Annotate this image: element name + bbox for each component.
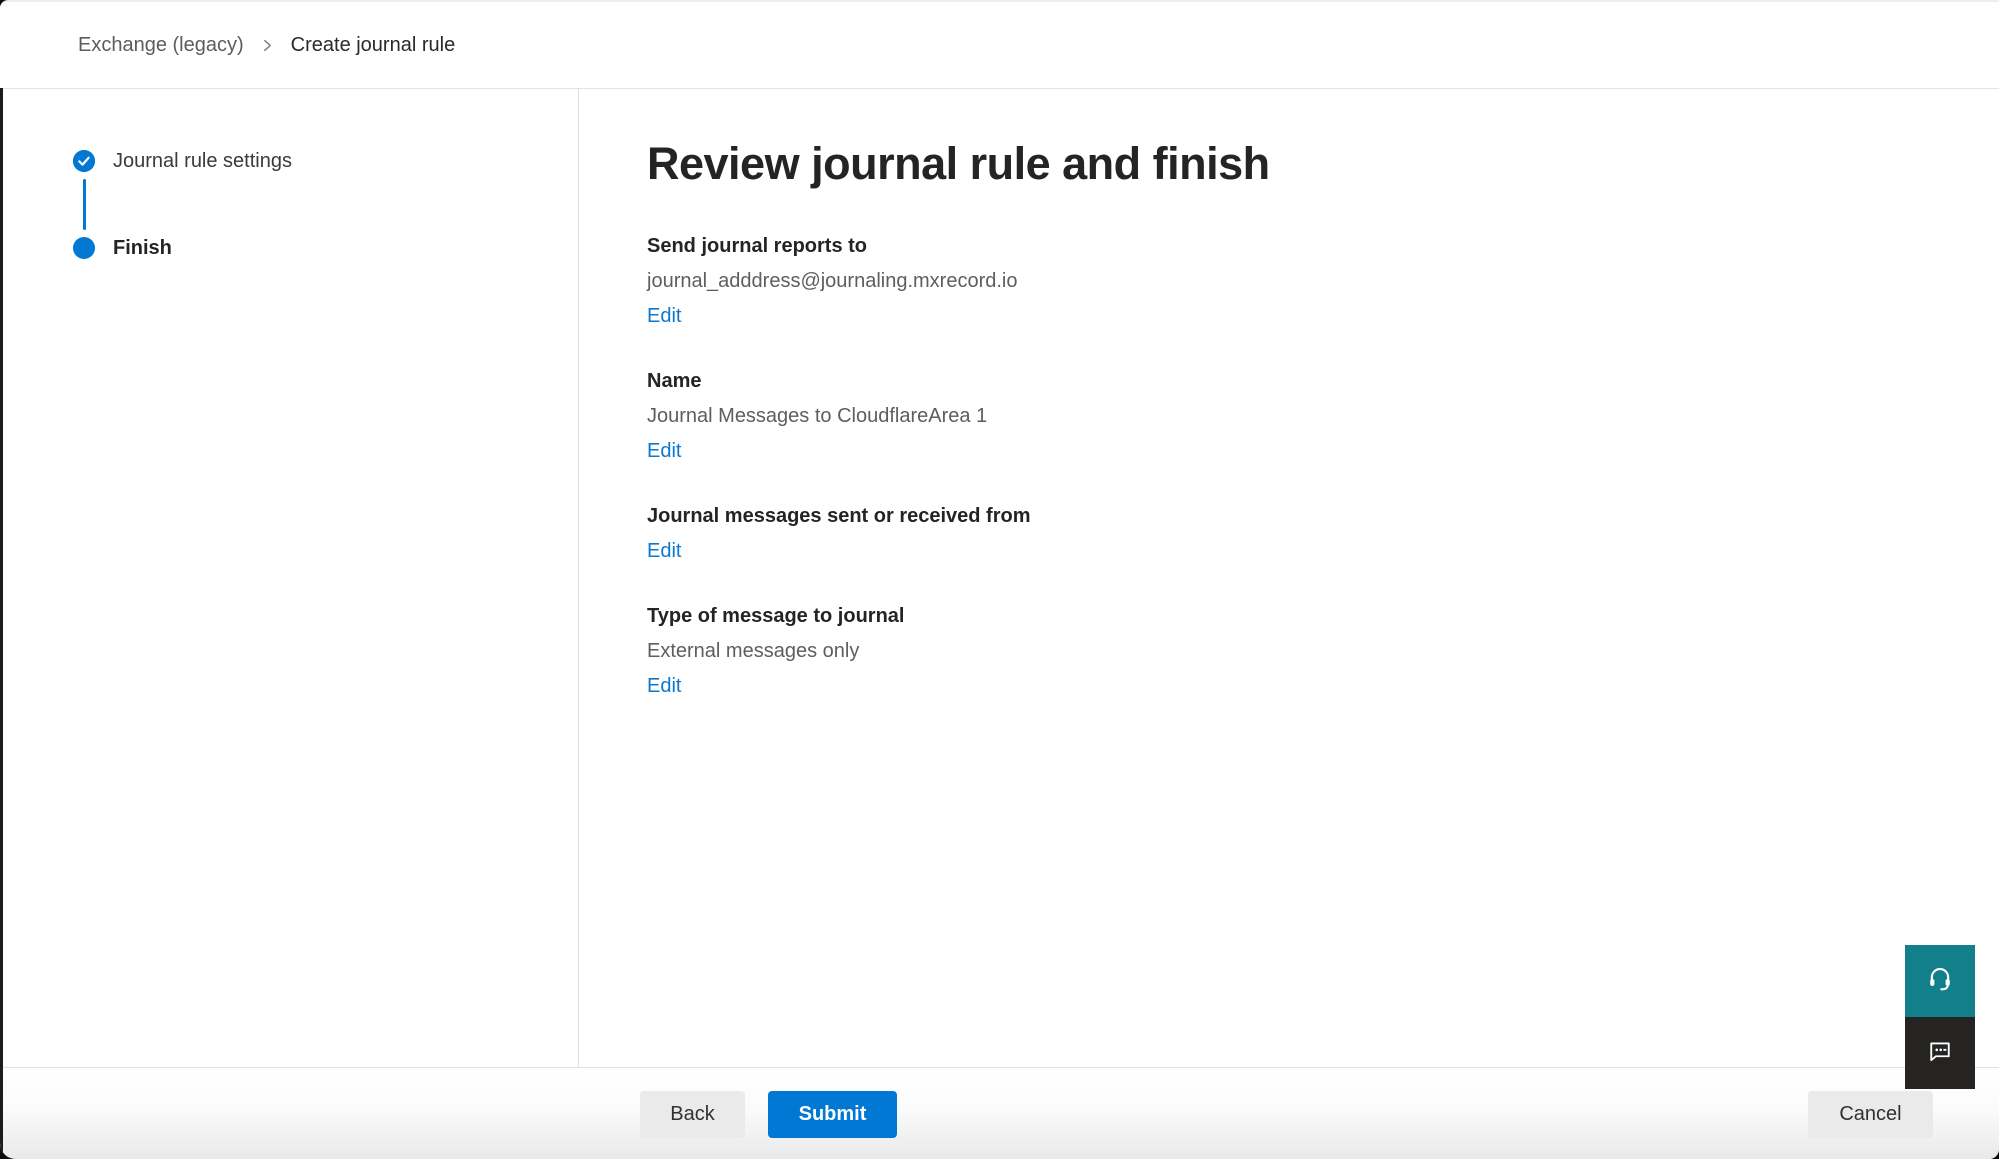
wizard-steps-sidebar: Journal rule settings Finish — [0, 89, 579, 1067]
top-header: Exchange (legacy) Create journal rule — [0, 2, 1999, 89]
submit-button[interactable]: Submit — [768, 1091, 897, 1138]
help-button[interactable] — [1905, 945, 1975, 1017]
section-value: External messages only — [647, 638, 1939, 665]
review-section-name: Name Journal Messages to CloudflareArea … — [647, 368, 1939, 465]
edit-scope-link[interactable]: Edit — [647, 538, 681, 565]
cancel-button[interactable]: Cancel — [1808, 1091, 1933, 1138]
section-label: Journal messages sent or received from — [647, 503, 1939, 530]
back-button[interactable]: Back — [640, 1091, 745, 1138]
chat-bubble-icon — [1926, 1037, 1954, 1070]
section-value: Journal Messages to CloudflareArea 1 — [647, 403, 1939, 430]
section-label: Send journal reports to — [647, 233, 1939, 260]
wizard-step-label: Finish — [113, 237, 172, 260]
chevron-right-icon — [261, 39, 274, 52]
section-label: Type of message to journal — [647, 603, 1939, 630]
breadcrumb-exchange-legacy[interactable]: Exchange (legacy) — [78, 34, 244, 57]
section-value: journal_adddress@journaling.mxrecord.io — [647, 268, 1939, 295]
body-row: Journal rule settings Finish Review jour… — [0, 89, 1999, 1067]
step-connector-line — [83, 179, 86, 230]
review-pane: Review journal rule and finish Send jour… — [579, 89, 1999, 1067]
review-section-journal-messages-scope: Journal messages sent or received from E… — [647, 503, 1939, 565]
current-step-dot-icon — [73, 237, 95, 259]
edit-name-link[interactable]: Edit — [647, 438, 681, 465]
page-title: Review journal rule and finish — [647, 137, 1939, 191]
wizard-step-finish[interactable]: Finish — [73, 237, 578, 259]
wizard-step-label: Journal rule settings — [113, 150, 292, 173]
breadcrumb-create-journal-rule: Create journal rule — [291, 34, 456, 57]
feedback-button[interactable] — [1905, 1017, 1975, 1089]
wizard-action-bar: Back Submit Cancel — [0, 1067, 1999, 1159]
wizard-step-journal-rule-settings[interactable]: Journal rule settings — [73, 150, 578, 172]
edit-message-type-link[interactable]: Edit — [647, 673, 681, 700]
floating-button-stack — [1905, 945, 1975, 1089]
headset-icon — [1926, 965, 1954, 998]
review-section-type-of-message: Type of message to journal External mess… — [647, 603, 1939, 700]
edit-send-journal-reports-link[interactable]: Edit — [647, 303, 681, 330]
window-left-edge — [0, 88, 3, 1159]
app-window: Exchange (legacy) Create journal rule Jo… — [0, 0, 1999, 1159]
section-label: Name — [647, 368, 1939, 395]
review-section-send-journal-reports-to: Send journal reports to journal_adddress… — [647, 233, 1939, 330]
check-icon — [73, 150, 95, 172]
